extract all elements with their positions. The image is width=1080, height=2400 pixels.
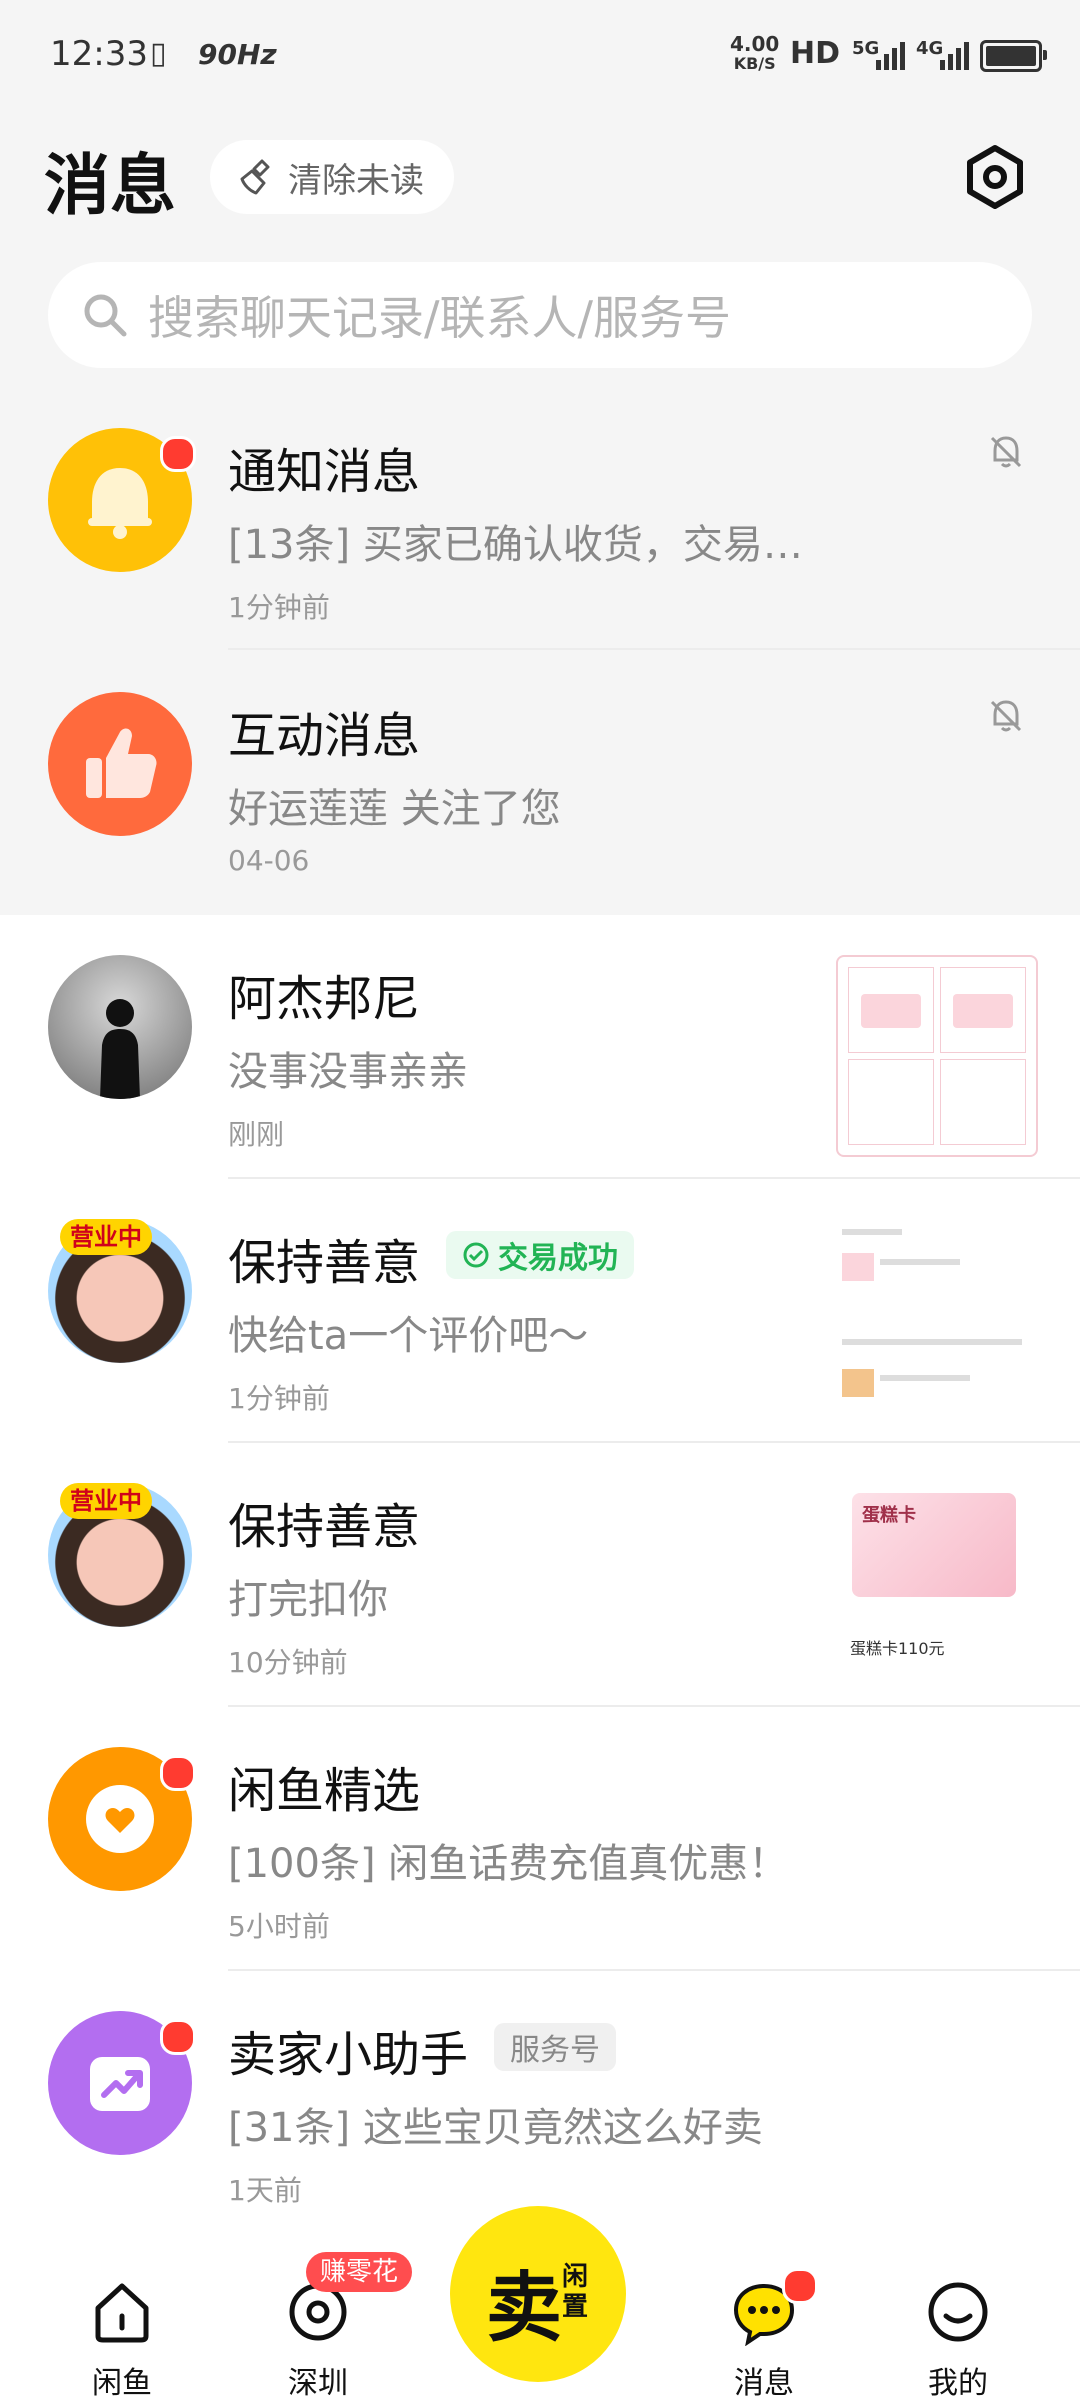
conversation-time: 刚刚 xyxy=(228,1118,285,1151)
product-thumbnail[interactable] xyxy=(836,955,1038,1157)
nav-messages[interactable]: 消息 xyxy=(694,2240,834,2400)
list-item-notifications[interactable]: 通知消息 [13条] 买家已确认收货，交易… 1分钟前 xyxy=(0,410,1080,650)
broom-icon xyxy=(240,159,270,195)
conversation-name: 保持善意 xyxy=(228,1235,421,1291)
battery-icon xyxy=(980,40,1047,72)
conversation-name: 通知消息 xyxy=(228,444,421,500)
clear-unread-button[interactable]: 清除未读 xyxy=(210,140,454,214)
service-account-badge: 服务号 xyxy=(494,2023,616,2071)
hd-indicator: HD xyxy=(790,36,841,71)
unread-dot xyxy=(782,2268,818,2304)
conversation-time: 1分钟前 xyxy=(228,1382,330,1415)
thumb-cell xyxy=(940,967,1026,1053)
list-item-interactions[interactable]: 互动消息 好运莲莲 关注了您 04-06 xyxy=(0,650,1080,914)
trade-success-badge: 交易成功 xyxy=(446,1231,634,1279)
person-silhouette-icon xyxy=(100,999,140,1099)
thumb-cell xyxy=(940,1059,1026,1145)
conversation-name: 保持善意 xyxy=(228,1499,421,1555)
network-5g: 5G xyxy=(852,38,880,59)
cake-card-thumbnail[interactable]: 蛋糕卡 蛋糕卡110元 xyxy=(836,1483,1034,1681)
check-circle-icon xyxy=(463,1242,489,1268)
smiley-icon xyxy=(928,2282,988,2342)
interaction-avatar xyxy=(48,692,192,836)
conversation-message: 快给ta一个评价吧～ xyxy=(228,1313,589,1359)
search-placeholder: 搜索聊天记录/联系人/服务号 xyxy=(148,291,731,345)
nav-messages-label: 消息 xyxy=(734,2366,794,2400)
thumb-cell xyxy=(848,1059,934,1145)
list-item-conversation[interactable]: 营业中 保持善意 打完扣你 10分钟前 蛋糕卡 蛋糕卡110元 xyxy=(0,1443,1080,1707)
list-item-seller-assistant[interactable]: 卖家小助手 服务号 [31条] 这些宝贝竟然这么好卖 1天前 xyxy=(0,1971,1080,2235)
conversation-time: 10分钟前 xyxy=(228,1646,348,1679)
messages-page: 12:33 ▯ 90Hz 4.00 KB/S HD 5G 4G 消息 清除未读 xyxy=(0,0,1080,2400)
conversation-time: 5小时前 xyxy=(228,1910,330,1943)
conversation-name: 闲鱼精选 xyxy=(228,1763,421,1819)
conversation-message: 打完扣你 xyxy=(228,1577,388,1623)
sell-sub-label: 闲置 xyxy=(562,2262,589,2322)
thumbs-up-icon xyxy=(86,728,157,798)
conversation-message: [100条] 闲鱼话费充值真优惠！ xyxy=(228,1841,789,1887)
status-time: 12:33 xyxy=(50,34,148,74)
network-4g: 4G xyxy=(916,38,944,59)
conversation-time: 1天前 xyxy=(228,2174,302,2207)
conversation-time: 1分钟前 xyxy=(228,591,330,624)
thumb-cell xyxy=(848,967,934,1053)
sell-label: 卖 xyxy=(486,2263,562,2352)
clear-unread-label: 清除未读 xyxy=(288,160,424,201)
net-speed-unit: KB/S xyxy=(733,54,776,73)
mute-bell-icon xyxy=(990,436,1022,468)
conversation-name: 卖家小助手 xyxy=(228,2027,469,2083)
conversation-name: 互动消息 xyxy=(228,708,421,764)
cake-card-caption: 蛋糕卡110元 xyxy=(850,1639,945,1658)
cake-card-image: 蛋糕卡 xyxy=(852,1493,1016,1597)
home-icon xyxy=(95,2283,149,2343)
conversation-time: 04-06 xyxy=(228,844,310,877)
trade-success-label: 交易成功 xyxy=(498,1241,618,1276)
silhouette-avatar xyxy=(48,955,192,1099)
nav-home[interactable]: 闲鱼 xyxy=(52,2240,192,2400)
conversation-message: 好运莲莲 关注了您 xyxy=(228,786,561,832)
unread-dot xyxy=(160,1755,196,1791)
net-speed: 4.00 KB/S xyxy=(730,34,779,74)
conversation-message: [31条] 这些宝贝竟然这么好卖 xyxy=(228,2105,763,2151)
mute-bell-icon xyxy=(990,700,1022,732)
vibrate-icon: ▯ xyxy=(150,36,167,71)
open-status-badge: 营业中 xyxy=(60,1483,152,1519)
cake-card-label: 蛋糕卡 xyxy=(862,1505,916,1526)
conversation-message: 没事没事亲亲 xyxy=(228,1049,468,1095)
unread-dot xyxy=(160,436,196,472)
refresh-rate: 90Hz xyxy=(198,38,277,71)
list-item-featured[interactable]: 闲鱼精选 [100条] 闲鱼话费充值真优惠！ 5小时前 xyxy=(0,1707,1080,1971)
list-item-conversation[interactable]: 营业中 保持善意 交易成功 快给ta一个评价吧～ 1分钟前 xyxy=(0,1179,1080,1443)
settings-icon[interactable] xyxy=(962,144,1028,210)
unread-dot xyxy=(160,2019,196,2055)
conversation-message: [13条] 买家已确认收货，交易… xyxy=(228,522,803,568)
nav-home-label: 闲鱼 xyxy=(92,2366,152,2400)
search-icon xyxy=(84,294,127,337)
status-bar: 12:33 ▯ 90Hz 4.00 KB/S HD 5G 4G xyxy=(0,0,1080,110)
nav-profile-label: 我的 xyxy=(928,2366,988,2400)
nav-city-label: 深圳 xyxy=(288,2366,348,2400)
list-item-conversation[interactable]: 阿杰邦尼 没事没事亲亲 刚刚 xyxy=(0,915,1080,1179)
sell-button[interactable]: 卖 闲置 xyxy=(450,2206,626,2382)
net-speed-value: 4.00 xyxy=(730,32,780,56)
conversation-name: 阿杰邦尼 xyxy=(228,971,421,1027)
search-bar[interactable]: 搜索聊天记录/联系人/服务号 xyxy=(48,262,1032,368)
open-status-badge: 营业中 xyxy=(60,1219,152,1255)
earn-pocket-money-badge: 赚零花 xyxy=(306,2252,413,2292)
nav-profile[interactable]: 我的 xyxy=(888,2240,1028,2400)
order-thumbnail[interactable] xyxy=(836,1219,1034,1417)
page-title: 消息 xyxy=(44,147,176,224)
